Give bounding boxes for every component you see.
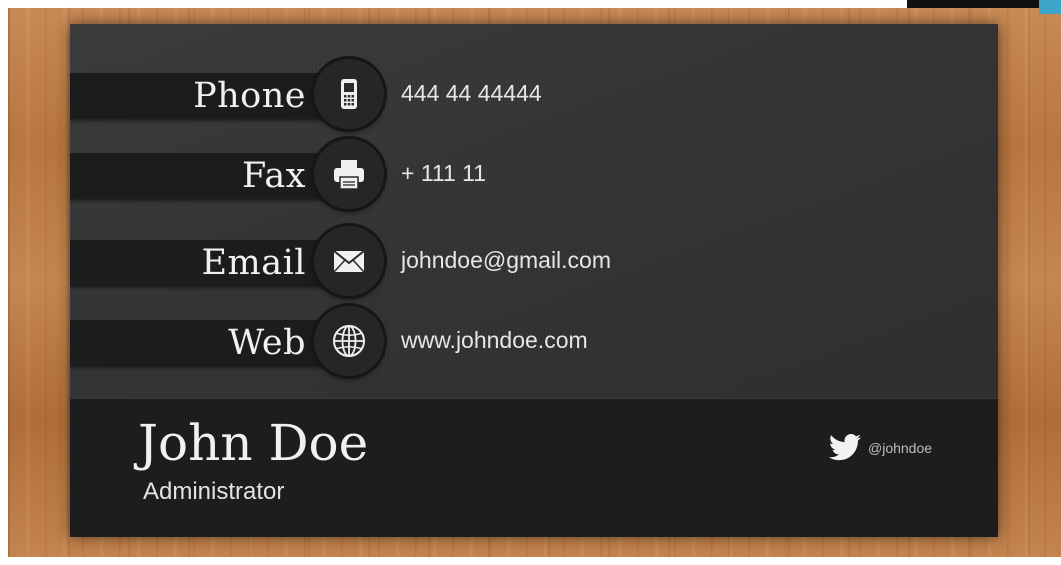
- contact-row-phone: Phone 444 44 44444: [70, 59, 998, 153]
- contact-row-fax: Fax + 111 11: [70, 139, 998, 233]
- business-card: Phone 444 44 44444 Fax + 111 11 Email jo…: [70, 24, 998, 537]
- envelope-icon: [314, 226, 384, 296]
- row-label: Phone: [193, 76, 306, 116]
- top-right-teal-strip: [1039, 0, 1061, 14]
- fax-value: + 111 11: [401, 160, 487, 186]
- card-footer: John Doe Administrator @johndoe: [70, 398, 998, 537]
- web-value: www.johndoe.com: [401, 327, 588, 353]
- contact-row-email: Email johndoe@gmail.com: [70, 226, 998, 320]
- person-title: Administrator: [143, 478, 285, 505]
- phone-icon: [314, 59, 384, 129]
- printer-icon: [314, 139, 384, 209]
- email-value: johndoe@gmail.com: [401, 247, 612, 273]
- globe-icon: [314, 306, 384, 376]
- row-label: Fax: [241, 156, 306, 196]
- twitter-handle: @johndoe: [868, 440, 933, 456]
- top-right-dark-strip: [907, 0, 1039, 8]
- label-band: [70, 153, 348, 199]
- row-label: Email: [201, 243, 306, 283]
- row-label: Web: [228, 323, 306, 363]
- person-name: John Doe: [138, 414, 369, 472]
- phone-value: 444 44 44444: [401, 80, 542, 106]
- twitter-bird-icon: [829, 434, 861, 461]
- label-band: [70, 320, 348, 366]
- contact-row-web: Web www.johndoe.com: [70, 306, 998, 400]
